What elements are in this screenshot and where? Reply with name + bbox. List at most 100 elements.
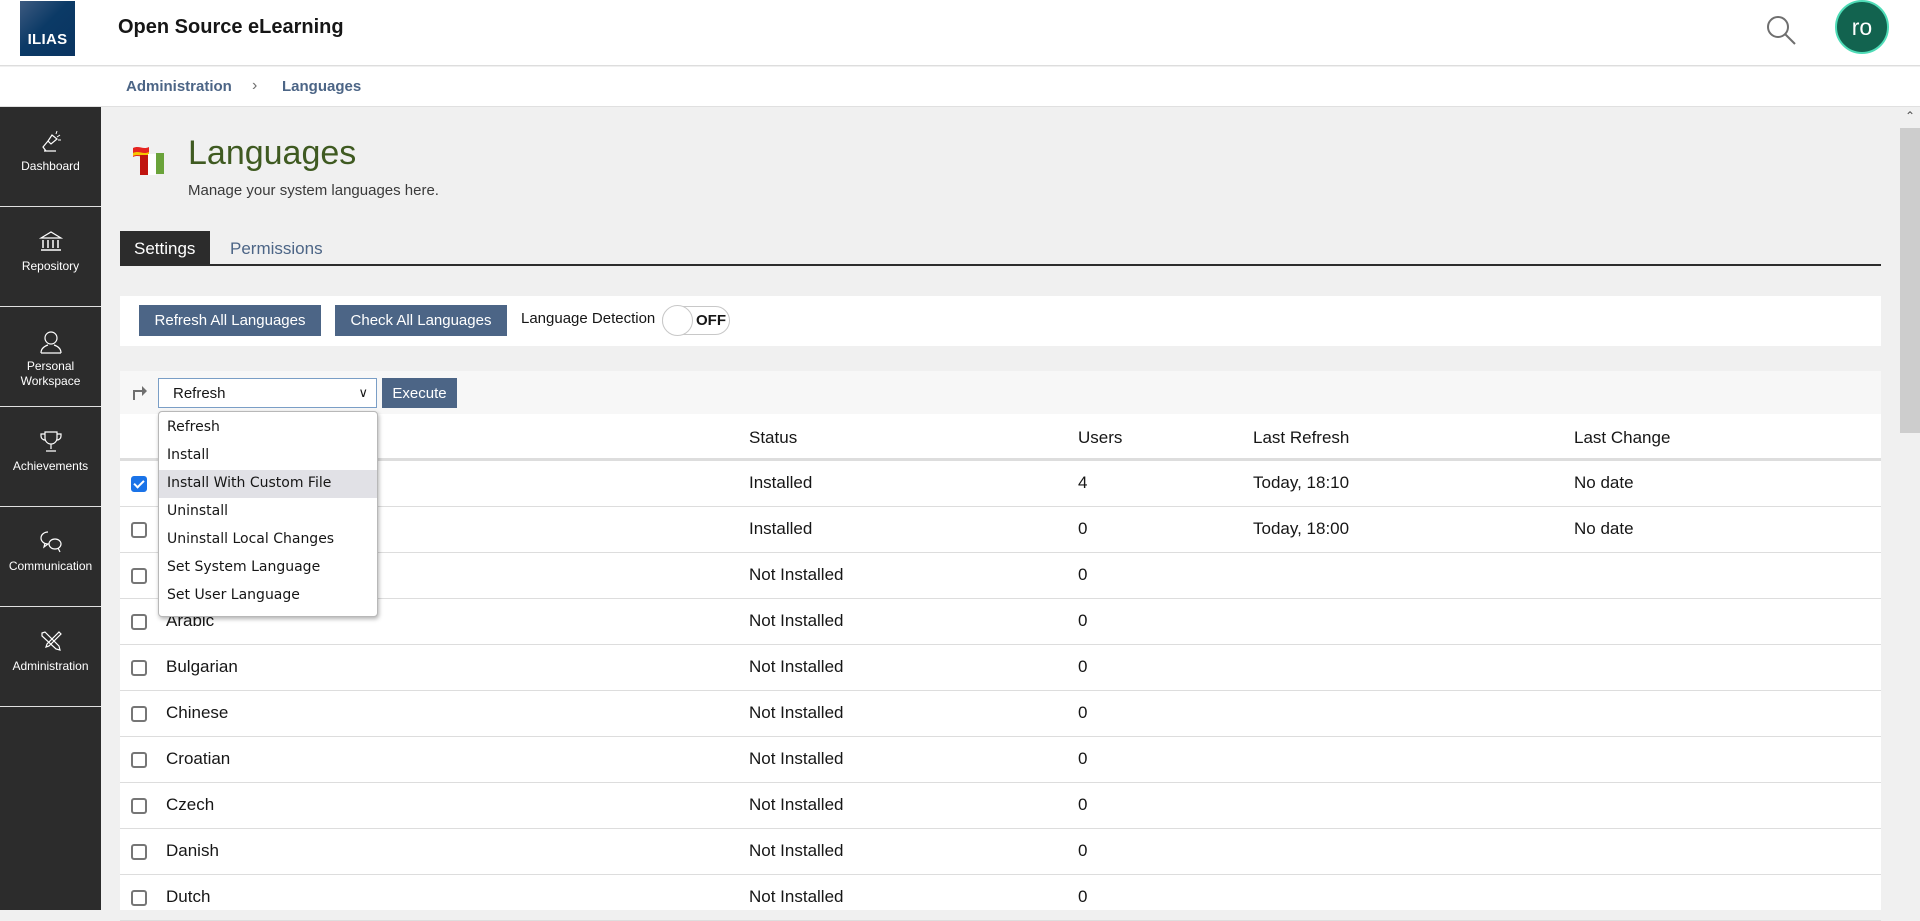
language-toolbar: Refresh All Languages Check All Language… [120, 296, 1881, 346]
language-status: Not Installed [749, 841, 844, 860]
table-row: Arabic Not Installed 0 [120, 599, 1881, 645]
column-header-status[interactable]: Status [749, 428, 797, 448]
tab-settings[interactable]: Settings [120, 231, 210, 265]
language-users: 0 [1078, 611, 1088, 630]
language-name: Dutch [166, 887, 211, 906]
main-sidebar: Dashboard Repository Personal Workspace … [0, 107, 101, 910]
tab-bar: Settings Permissions [120, 231, 1881, 266]
language-status: Not Installed [749, 611, 844, 630]
table-header: Status Users Last Refresh Last Change [120, 414, 1881, 461]
language-last-change: No date [1574, 473, 1634, 492]
language-status: Installed [749, 473, 813, 492]
language-status: Not Installed [749, 795, 844, 814]
dropdown-option[interactable]: Install With Custom File [159, 470, 377, 498]
action-select-value: Refresh [173, 385, 226, 402]
sidebar-label: Administration [12, 659, 89, 673]
refresh-all-languages-button[interactable]: Refresh All Languages [139, 305, 321, 336]
language-status: Not Installed [749, 749, 844, 768]
row-checkbox[interactable] [131, 752, 147, 768]
language-name: Croatian [166, 749, 231, 768]
sidebar-label: Repository [21, 259, 80, 273]
column-header-last-refresh[interactable]: Last Refresh [1253, 428, 1349, 448]
row-checkbox[interactable] [131, 890, 147, 906]
user-avatar[interactable]: ro [1835, 0, 1889, 54]
row-checkbox[interactable] [131, 844, 147, 860]
row-checkbox[interactable] [131, 614, 147, 630]
ilias-logo[interactable]: ILIAS [20, 1, 75, 56]
language-users: 0 [1078, 565, 1088, 584]
logo-text: ILIAS [27, 31, 68, 48]
tools-icon [40, 631, 62, 651]
chat-bubbles-icon [39, 531, 62, 553]
page-scrollbar[interactable]: ⌃ [1900, 107, 1920, 910]
turn-right-arrow-icon [133, 386, 147, 400]
row-checkbox[interactable] [131, 476, 147, 492]
language-users: 0 [1078, 749, 1088, 768]
toggle-state: OFF [696, 312, 726, 329]
breadcrumb-administration[interactable]: Administration [126, 78, 232, 95]
repository-building-icon [38, 231, 63, 251]
language-status: Installed [749, 519, 813, 538]
language-last-change: No date [1574, 519, 1634, 538]
tab-permissions[interactable]: Permissions [216, 231, 337, 265]
language-users: 0 [1078, 703, 1088, 722]
top-header: ILIAS Open Source eLearning ro [0, 0, 1920, 66]
scroll-thumb[interactable] [1900, 128, 1920, 433]
language-detection-toggle[interactable]: OFF [662, 305, 730, 336]
language-users: 0 [1078, 795, 1088, 814]
language-status: Not Installed [749, 703, 844, 722]
sidebar-label: Communication [8, 559, 93, 573]
dropdown-option[interactable]: Refresh [159, 414, 377, 442]
language-name: Chinese [166, 703, 229, 722]
execute-button[interactable]: Execute [382, 378, 457, 408]
language-last-refresh: Today, 18:10 [1253, 473, 1350, 492]
sidebar-label: Personal Workspace [20, 359, 81, 388]
sidebar-item-communication[interactable]: Communication [0, 507, 101, 607]
dropdown-option[interactable]: Uninstall Local Changes [159, 526, 377, 554]
person-icon [39, 331, 62, 354]
language-status: Not Installed [749, 887, 844, 906]
breadcrumb: Administration › Languages [0, 67, 1920, 107]
row-checkbox[interactable] [131, 522, 147, 538]
dashboard-lamp-icon [41, 130, 61, 152]
dropdown-option[interactable]: Set System Language [159, 554, 377, 582]
breadcrumb-separator-icon: › [252, 77, 258, 94]
language-last-refresh: Today, 18:00 [1253, 519, 1350, 538]
row-checkbox[interactable] [131, 706, 147, 722]
search-icon [1767, 16, 1796, 45]
column-header-last-change[interactable]: Last Change [1574, 428, 1670, 448]
toggle-knob [662, 305, 693, 336]
table-row: Croatian Not Installed 0 [120, 737, 1881, 783]
languages-table: Refresh ∨ Execute Status Users Last Refr… [120, 371, 1881, 921]
sidebar-item-achievements[interactable]: Achievements [0, 407, 101, 507]
language-name: Czech [166, 795, 215, 814]
breadcrumb-languages[interactable]: Languages [282, 78, 361, 95]
table-row: Chinese Not Installed 0 [120, 691, 1881, 737]
search-button[interactable] [1764, 13, 1798, 47]
sidebar-item-administration[interactable]: Administration [0, 607, 101, 707]
column-header-users[interactable]: Users [1078, 428, 1122, 448]
action-select[interactable]: Refresh ∨ [158, 378, 377, 408]
language-detection-label: Language Detection [521, 310, 656, 327]
table-row: Czech Not Installed 0 [120, 783, 1881, 829]
dropdown-option[interactable]: Install [159, 442, 377, 470]
language-status: Not Installed [749, 565, 844, 584]
table-row: Bulgarian Not Installed 0 [120, 645, 1881, 691]
languages-flags-icon [133, 147, 164, 175]
dropdown-option[interactable]: Uninstall [159, 498, 377, 526]
row-checkbox[interactable] [131, 798, 147, 814]
trophy-icon [39, 431, 62, 452]
sidebar-item-personal-workspace[interactable]: Personal Workspace [0, 307, 101, 407]
table-row: Dutch Not Installed 0 [120, 875, 1881, 921]
site-title: Open Source eLearning [118, 16, 344, 38]
check-all-languages-button[interactable]: Check All Languages [335, 305, 507, 336]
row-checkbox[interactable] [131, 660, 147, 676]
sidebar-item-dashboard[interactable]: Dashboard [0, 107, 101, 207]
sidebar-item-repository[interactable]: Repository [0, 207, 101, 307]
dropdown-option[interactable]: Set User Language [159, 582, 377, 610]
table-row: Danish Not Installed 0 [120, 829, 1881, 875]
scroll-up-arrow-icon[interactable]: ⌃ [1900, 109, 1920, 127]
row-checkbox[interactable] [131, 568, 147, 584]
page-title: Languages [188, 134, 357, 172]
chevron-down-icon: ∨ [358, 385, 368, 400]
